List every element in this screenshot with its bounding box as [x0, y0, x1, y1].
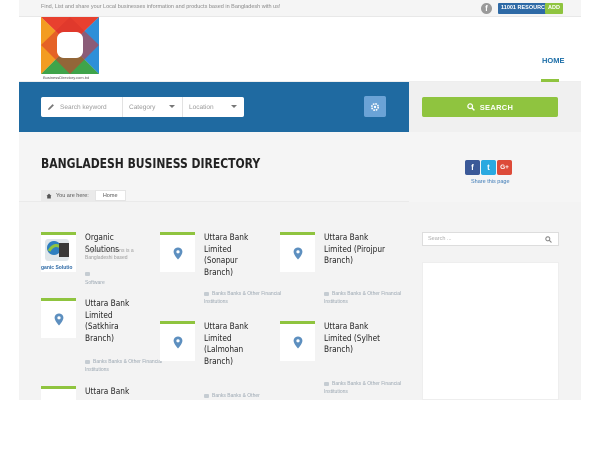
map-pin-icon: [173, 247, 182, 260]
listing-title[interactable]: Uttara Bank Limited (Pirojpur Branch): [324, 233, 387, 268]
listing-category-label: Banks Banks & Other Financial Institutio…: [324, 291, 402, 305]
listing-title[interactable]: Uttara Bank Limited (Sonapur Branch): [204, 233, 267, 279]
nav-home-link[interactable]: HOME: [542, 56, 565, 65]
search-button-label: SEARCH: [479, 102, 514, 112]
map-pin-icon: [293, 247, 302, 260]
facebook-share-button[interactable]: f: [465, 160, 480, 175]
listing-card[interactable]: Uttara Bank Limited (Satkhira Branch) Ba…: [41, 298, 162, 383]
listing-category[interactable]: Banks Banks & Other Financial Institutio…: [324, 290, 414, 306]
chevron-down-icon: [231, 105, 237, 108]
home-icon: [46, 193, 52, 198]
chevron-down-icon: [169, 105, 175, 108]
listing-category[interactable]: [85, 270, 93, 278]
listing-thumbnail-caption: ganic Solutio: [41, 265, 73, 271]
listings-area: ganic Solutio Organic Solutions Organic …: [19, 202, 409, 426]
listing-card[interactable]: Uttara Bank Limited (Sylhet Branch) Bank…: [280, 321, 401, 406]
site-header: BusinessDirectory.com.bd HOME: [19, 17, 581, 82]
breadcrumb-prefix-label: You are here:: [56, 192, 89, 199]
map-pin-icon: [293, 336, 302, 349]
listing-title[interactable]: Uttara Bank Limited (Sylhet Branch): [324, 322, 387, 357]
listing-card[interactable]: Uttara Bank Limited (Pirojpur Branch) Ba…: [280, 232, 401, 317]
facebook-icon[interactable]: f: [481, 3, 492, 14]
search-icon[interactable]: [545, 236, 552, 243]
tag-icon: [324, 381, 329, 386]
category-select[interactable]: Category: [123, 97, 183, 117]
sidebar-widget: [422, 262, 559, 400]
page-title: BANGLADESH BUSINESS DIRECTORY: [41, 157, 261, 172]
listing-category[interactable]: Banks Banks & Other Financial Institutio…: [324, 380, 414, 396]
tag-icon: [324, 291, 329, 296]
listing-title[interactable]: Uttara Bank Limited (Lalmohan Branch): [204, 322, 267, 368]
listing-thumbnail[interactable]: [160, 321, 195, 361]
top-bar: Find, List and share your Local business…: [19, 0, 581, 17]
map-pin-icon: [54, 313, 63, 326]
sidebar: Search ...: [409, 202, 581, 400]
breadcrumb-home-link[interactable]: Home: [94, 190, 126, 201]
social-share-buttons: f t G+: [465, 160, 512, 175]
listing-category-label: Banks Banks & Other: [212, 393, 260, 399]
tag-icon: [204, 393, 209, 398]
tag-icon: [85, 359, 90, 364]
listing-card[interactable]: Uttara Bank Limited (Sonapur Branch) Ban…: [160, 232, 281, 317]
listing-description: Organic Solutions is a Bangladeshi based: [85, 248, 134, 261]
site-logo[interactable]: [41, 17, 99, 74]
advanced-search-button[interactable]: [364, 96, 386, 117]
listing-thumbnail[interactable]: [41, 298, 76, 338]
listing-title[interactable]: Uttara Bank: [85, 387, 148, 399]
listing-category-label[interactable]: Software: [85, 279, 105, 287]
listing-category-label: Banks Banks & Other Financial Institutio…: [204, 291, 282, 305]
page-title-bar: BANGLADESH BUSINESS DIRECTORY You are he…: [19, 132, 409, 202]
search-keyword-input[interactable]: Search keyword: [41, 97, 123, 117]
listing-thumbnail[interactable]: [280, 321, 315, 361]
sidebar-search-placeholder: Search ...: [428, 236, 452, 242]
listing-card[interactable]: Uttara Bank Limited (Lalmohan Branch) Ba…: [160, 321, 275, 406]
logo-caption: BusinessDirectory.com.bd: [43, 75, 90, 80]
breadcrumb-prefix: You are here:: [41, 190, 95, 201]
twitter-share-button[interactable]: t: [481, 160, 496, 175]
breadcrumb: You are here: Home: [41, 190, 126, 201]
listing-thumbnail[interactable]: [41, 386, 76, 426]
listing-card[interactable]: Uttara Bank: [41, 386, 156, 471]
listing-thumbnail[interactable]: [160, 232, 195, 272]
listing-category-label: Banks Banks & Other Financial Institutio…: [324, 381, 402, 395]
add-listing-button[interactable]: ADD: [545, 3, 563, 14]
listing-thumbnail[interactable]: [280, 232, 315, 272]
search-band: Search keyword Category Location: [19, 82, 409, 132]
search-button[interactable]: SEARCH: [422, 97, 558, 117]
search-form: Search keyword Category Location: [41, 97, 244, 117]
sidebar-search-input[interactable]: Search ...: [422, 232, 559, 246]
tag-icon: [85, 271, 90, 276]
location-placeholder: Location: [189, 103, 214, 111]
share-label: Share this page: [471, 179, 510, 185]
site-tagline: Find, List and share your Local business…: [41, 4, 281, 10]
listing-category-label: Banks Banks & Other Financial Institutio…: [85, 359, 163, 373]
search-icon: [467, 103, 475, 111]
share-panel: f t G+ Share this page: [409, 132, 581, 202]
gear-icon: [370, 102, 380, 111]
category-placeholder: Category: [129, 103, 156, 111]
location-select[interactable]: Location: [183, 97, 244, 117]
listing-thumbnail[interactable]: ganic Solutio: [41, 232, 76, 272]
pencil-icon: [48, 104, 54, 110]
listing-title[interactable]: Uttara Bank Limited (Satkhira Branch): [85, 299, 148, 345]
page: Find, List and share your Local business…: [19, 0, 581, 426]
google-plus-share-button[interactable]: G+: [497, 160, 512, 175]
tag-icon: [204, 291, 209, 296]
search-button-panel: SEARCH: [409, 82, 581, 132]
map-pin-icon: [173, 336, 182, 349]
keyword-placeholder: Search keyword: [60, 103, 107, 111]
